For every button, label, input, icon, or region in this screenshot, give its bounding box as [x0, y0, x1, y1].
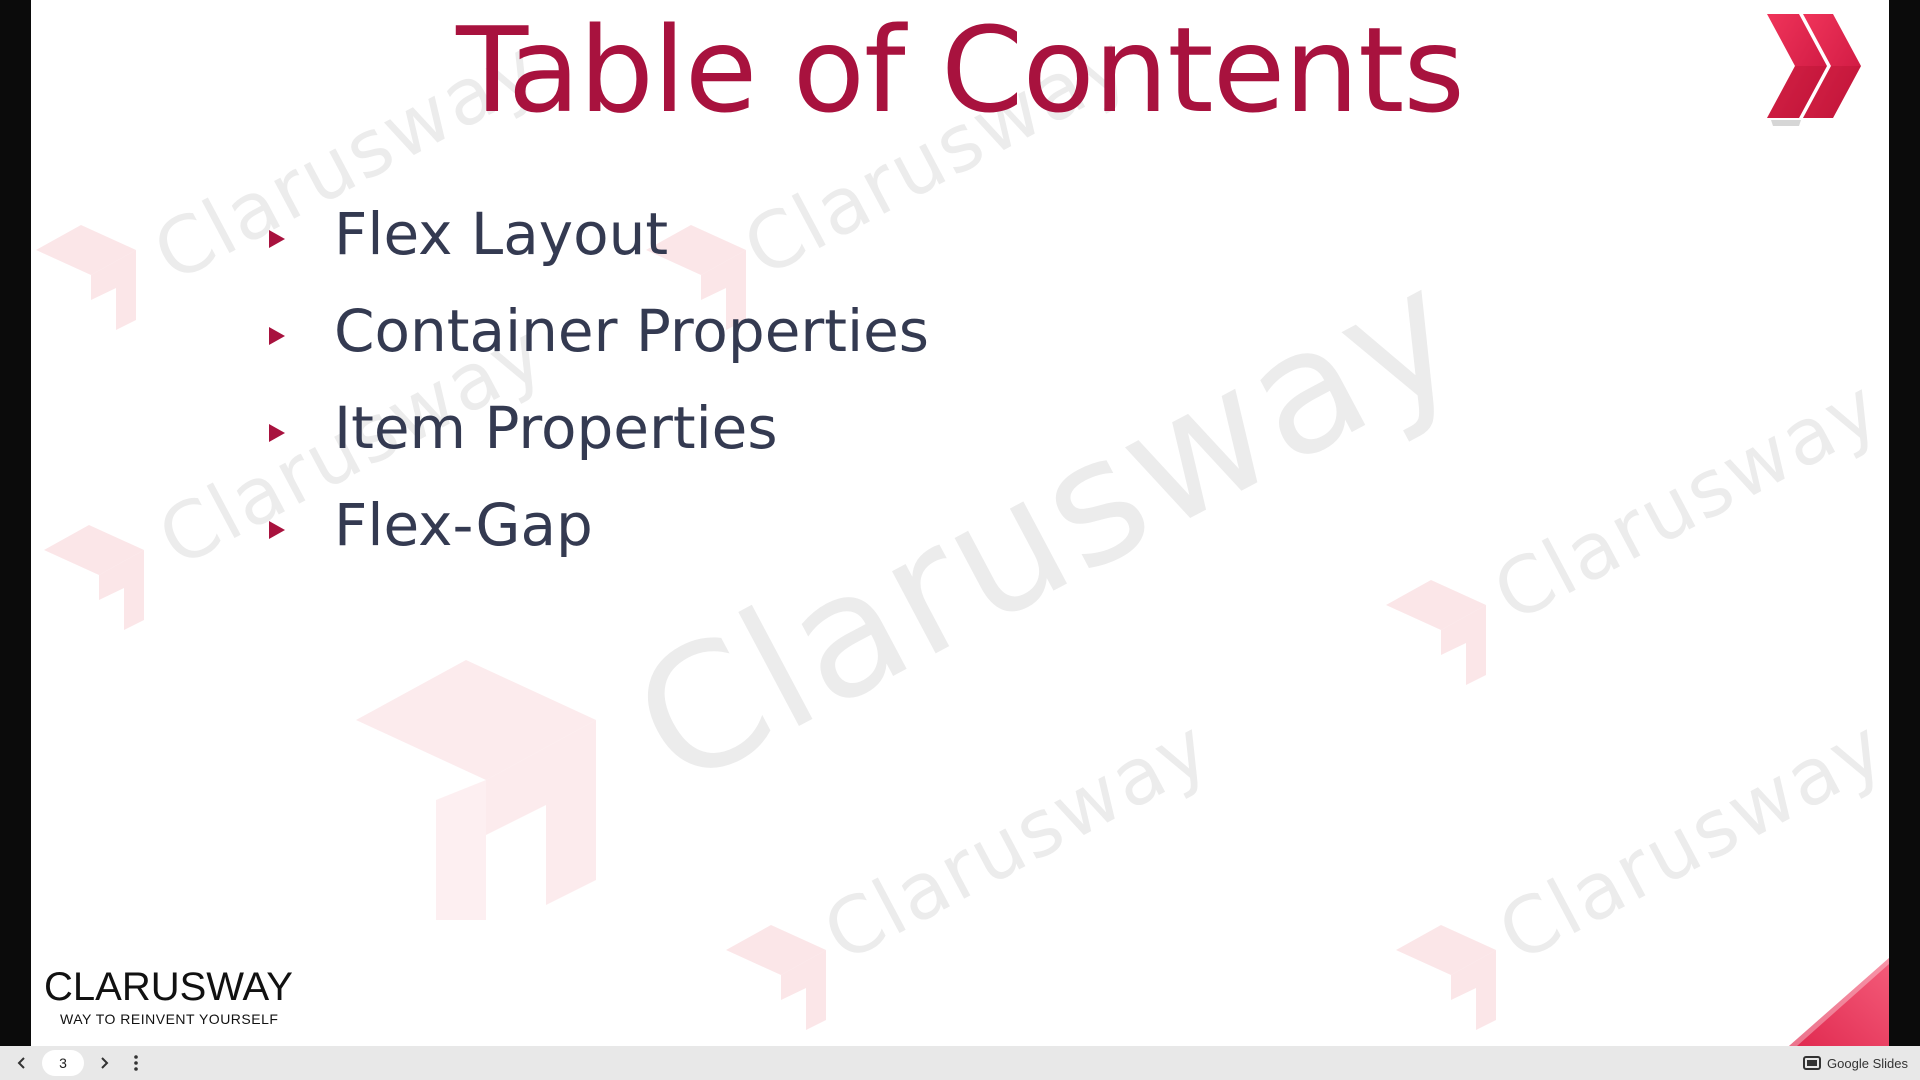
watermark-logo-icon — [1386, 580, 1486, 685]
toc-item-label: Container Properties — [334, 296, 929, 365]
bullet-triangle-icon — [269, 423, 285, 442]
google-slides-link[interactable]: Google Slides — [1803, 1046, 1908, 1080]
next-slide-button[interactable] — [90, 1049, 118, 1077]
toc-item: Flex Layout — [266, 185, 929, 282]
watermark-text: Clarusway — [809, 702, 1225, 980]
google-slides-label: Google Slides — [1827, 1055, 1908, 1071]
more-vertical-icon — [134, 1055, 138, 1071]
slide-canvas: Clarusway Clarusway Clarusway Clarusway … — [31, 0, 1889, 1046]
more-options-button[interactable] — [124, 1049, 148, 1077]
slides-viewer: Clarusway Clarusway Clarusway Clarusway … — [0, 0, 1920, 1080]
watermark-logo-icon — [44, 525, 144, 630]
toc-list: Flex Layout Container Properties Item Pr… — [266, 185, 929, 573]
bullet-triangle-icon — [269, 229, 285, 248]
slides-icon — [1803, 1056, 1822, 1070]
slide-title: Table of Contents — [456, 1, 1465, 139]
brand-arrow-icon — [1767, 14, 1861, 126]
toc-item-label: Item Properties — [334, 393, 778, 462]
bullet-triangle-icon — [269, 520, 285, 539]
watermark-logo-icon — [1396, 925, 1496, 1030]
brand-logo: CLARUSWAY WAY TO REINVENT YOURSELF — [44, 966, 314, 1028]
previous-slide-button[interactable] — [8, 1049, 36, 1077]
slide-number-input[interactable]: 3 — [42, 1050, 84, 1076]
watermark-logo-icon — [726, 925, 826, 1030]
presentation-toolbar: 3 Google Slides — [0, 1046, 1920, 1080]
toc-item: Flex-Gap — [266, 476, 929, 573]
watermark-logo-icon — [356, 660, 596, 920]
toc-item-label: Flex-Gap — [334, 490, 593, 559]
brand-tagline: WAY TO REINVENT YOURSELF — [60, 1011, 279, 1027]
toc-item-label: Flex Layout — [334, 199, 669, 268]
toc-item: Container Properties — [266, 282, 929, 379]
chevron-left-icon — [17, 1057, 25, 1069]
bullet-triangle-icon — [269, 326, 285, 345]
watermark-text: Clarusway — [1479, 362, 1889, 640]
watermark-logo-icon — [36, 225, 136, 330]
corner-accent-icon — [1789, 958, 1889, 1046]
watermark-text: Clarusway — [1484, 702, 1889, 980]
toc-item: Item Properties — [266, 379, 929, 476]
chevron-right-icon — [101, 1057, 109, 1069]
brand-name: CLARUSWAY — [44, 965, 293, 1009]
